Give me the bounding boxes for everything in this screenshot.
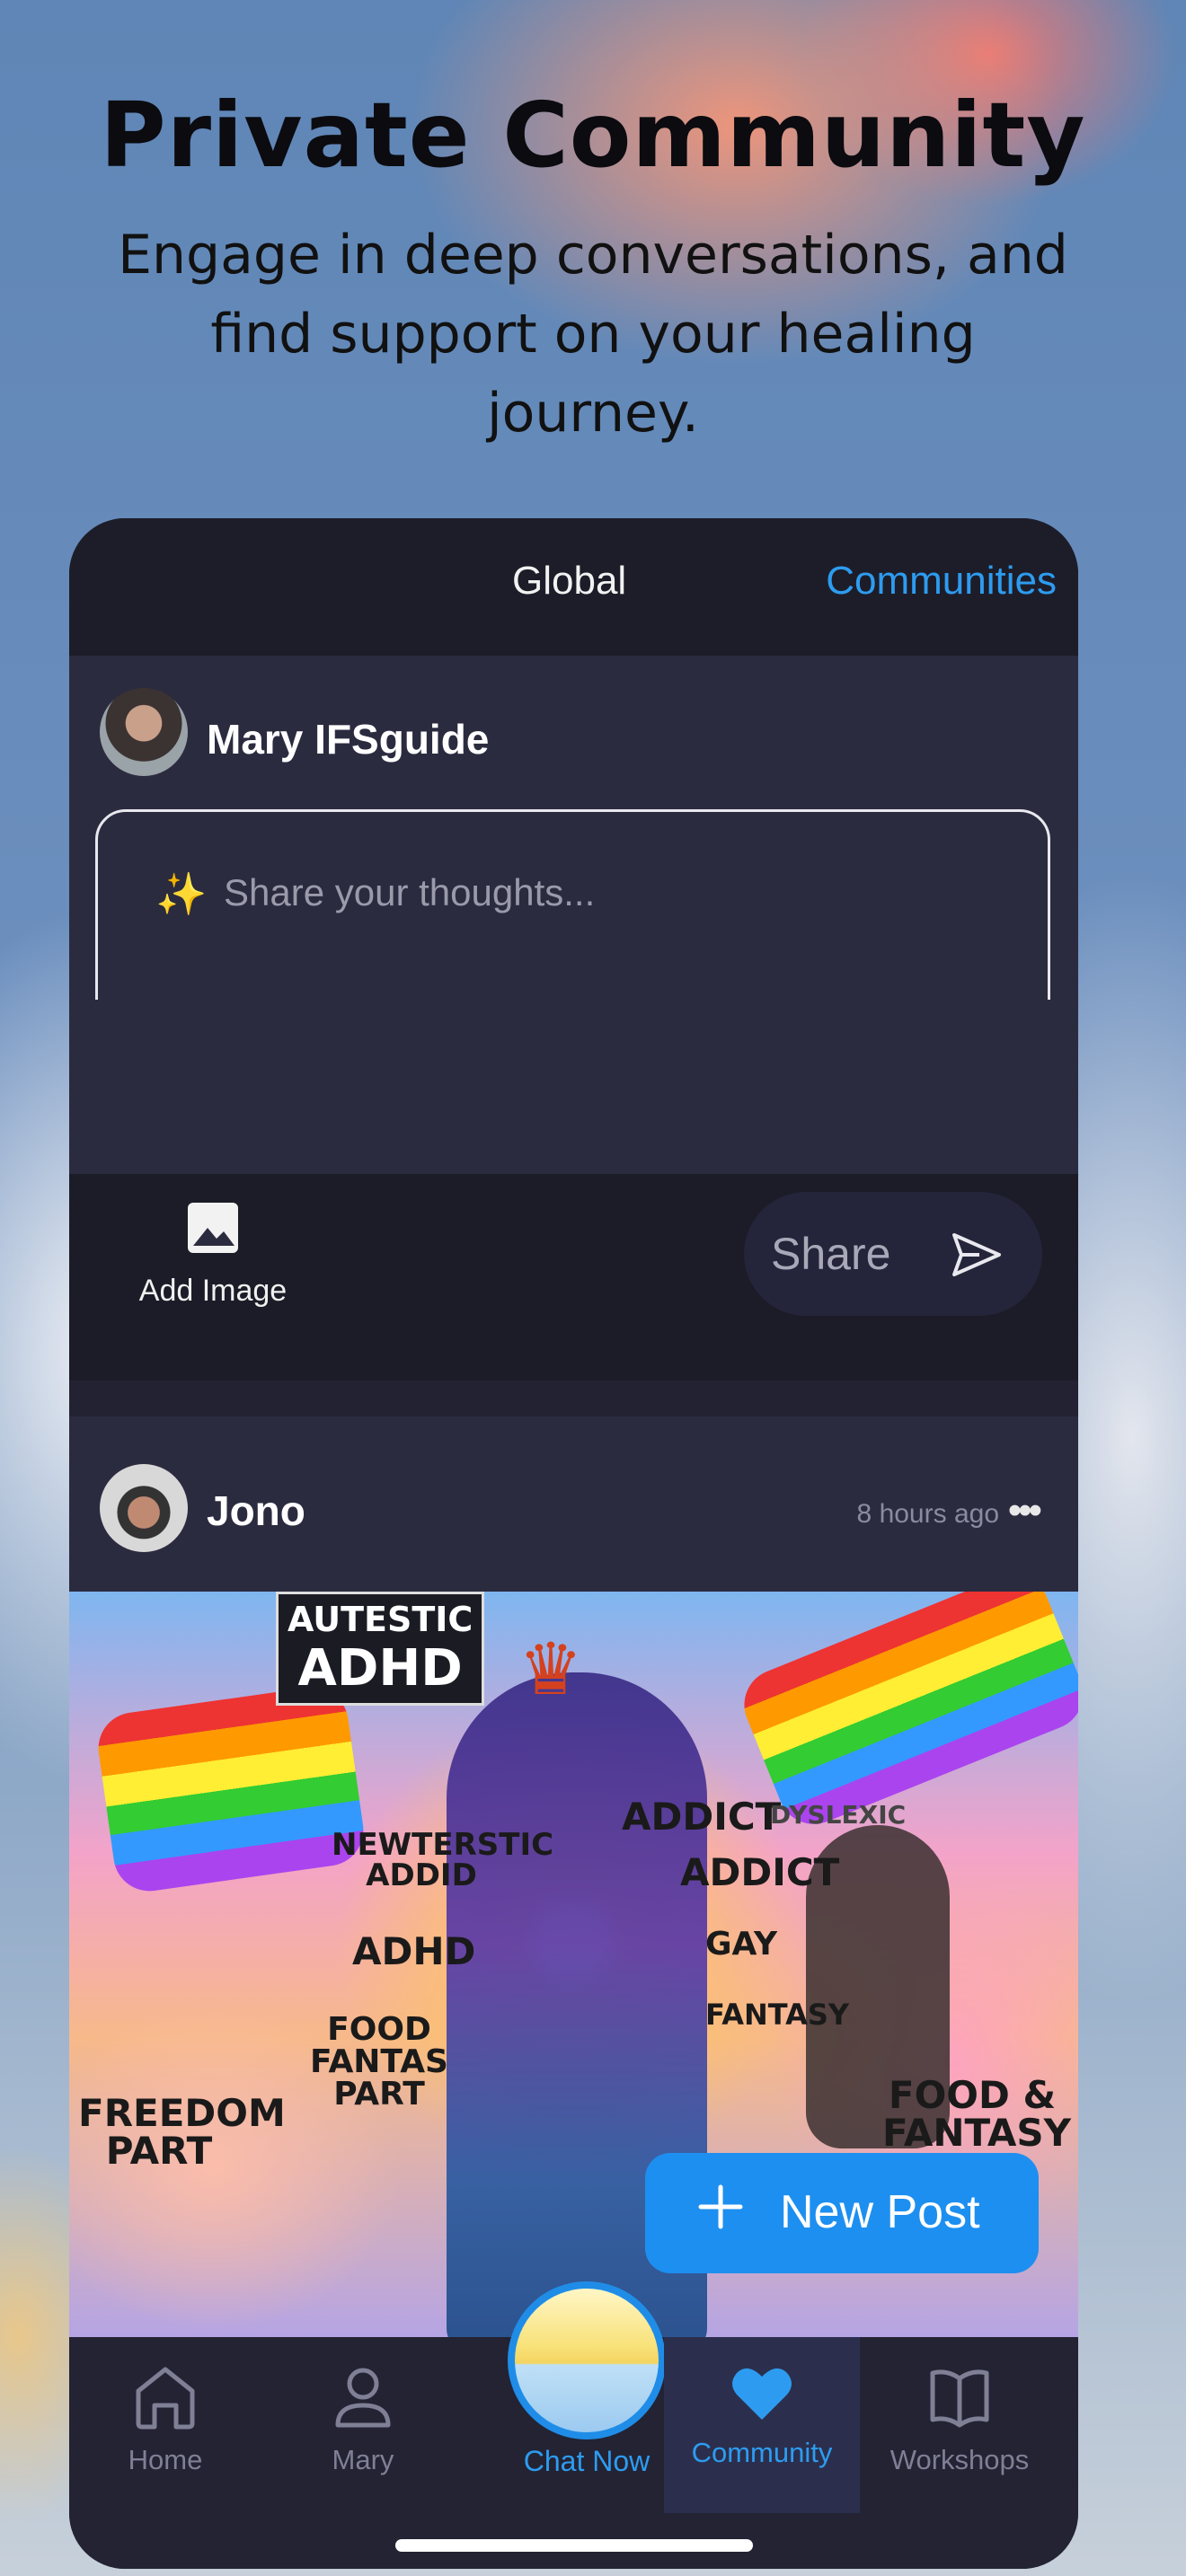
nav-chat-now-label: Chat Now	[523, 2445, 651, 2477]
avatar	[100, 688, 188, 776]
post-header: Jono 8 hours ago •••	[69, 1416, 1078, 1592]
feed-tabs: Global Communities	[69, 518, 1078, 656]
thoughts-placeholder: Share your thoughts...	[224, 871, 596, 913]
image-icon	[188, 1203, 238, 1253]
image-word: ADDICT	[622, 1795, 782, 1839]
nav-mary-label: Mary	[332, 2444, 394, 2475]
home-icon	[136, 2367, 195, 2430]
composer-actions	[69, 1000, 1078, 1174]
post-time: 8 hours ago	[856, 1499, 999, 1529]
rainbow-flag-left	[93, 1682, 368, 1896]
post-composer: Mary IFSguide ✨ Share your thoughts...	[69, 656, 1078, 1147]
more-options-button[interactable]: •••	[1008, 1488, 1042, 1533]
divider	[69, 1381, 1078, 1416]
image-word: FOOD FANTAS PART	[309, 2011, 448, 2113]
home-indicator	[395, 2539, 753, 2552]
nav-home-label: Home	[128, 2444, 203, 2475]
image-word: GAY	[705, 1926, 778, 1963]
new-post-button[interactable]: New Post	[645, 2153, 1039, 2273]
sign-line-1: AUTESTIC	[288, 1600, 474, 1639]
composer-user-name: Mary IFSguide	[207, 716, 490, 763]
heart-icon	[732, 2368, 792, 2420]
sun-icon	[508, 2281, 666, 2439]
send-icon	[952, 1233, 1001, 1276]
nav-mary[interactable]: Mary	[273, 2364, 453, 2476]
nav-workshops[interactable]: Workshops	[870, 2364, 1049, 2476]
tab-global[interactable]: Global	[512, 559, 626, 604]
book-icon	[930, 2369, 989, 2428]
image-sign: AUTESTIC ADHD	[276, 1592, 485, 1706]
nav-community-label: Community	[691, 2437, 833, 2468]
sign-line-2: ADHD	[297, 1639, 463, 1698]
bottom-nav: Home Mary Chat Now Community Workshops	[69, 2281, 1078, 2569]
app-screen: Global Communities Mary IFSguide ✨ Share…	[69, 518, 1078, 2569]
avatar	[100, 1464, 188, 1552]
nav-workshops-label: Workshops	[890, 2444, 1030, 2475]
new-post-label: New Post	[780, 2186, 980, 2238]
sparkle-icon: ✨	[155, 870, 208, 917]
promo-title: Private Community	[100, 83, 1086, 188]
nav-community[interactable]: Community	[664, 2337, 860, 2513]
person-icon	[335, 2368, 391, 2428]
image-word: FANTASY	[705, 1998, 850, 2032]
post-author[interactable]: Jono	[207, 1486, 305, 1535]
add-image-label: Add Image	[138, 1274, 288, 1308]
promo-subtitle: Engage in deep conversations, and find s…	[118, 224, 1068, 445]
image-word: NEWTERSTIC ADDID	[332, 1827, 554, 1893]
image-word: FOOD & FANTASY	[882, 2073, 1072, 2155]
rainbow-flag-right	[733, 1592, 1078, 1835]
image-word: ADHD	[352, 1929, 476, 1973]
image-word: FREEDOM PART	[78, 2091, 286, 2173]
nav-home[interactable]: Home	[75, 2364, 255, 2476]
crown-icon: ♛	[518, 1629, 583, 1709]
nav-chat-now[interactable]: Chat Now	[483, 2281, 690, 2478]
add-image-button[interactable]: Add Image	[132, 1201, 294, 1309]
image-word: DYSLEXIC	[770, 1800, 907, 1830]
share-button[interactable]: Share	[744, 1192, 1042, 1316]
share-label: Share	[771, 1229, 891, 1279]
tab-communities[interactable]: Communities	[826, 559, 1057, 604]
image-word: ADDICT	[680, 1850, 840, 1894]
plus-icon	[698, 2184, 743, 2229]
